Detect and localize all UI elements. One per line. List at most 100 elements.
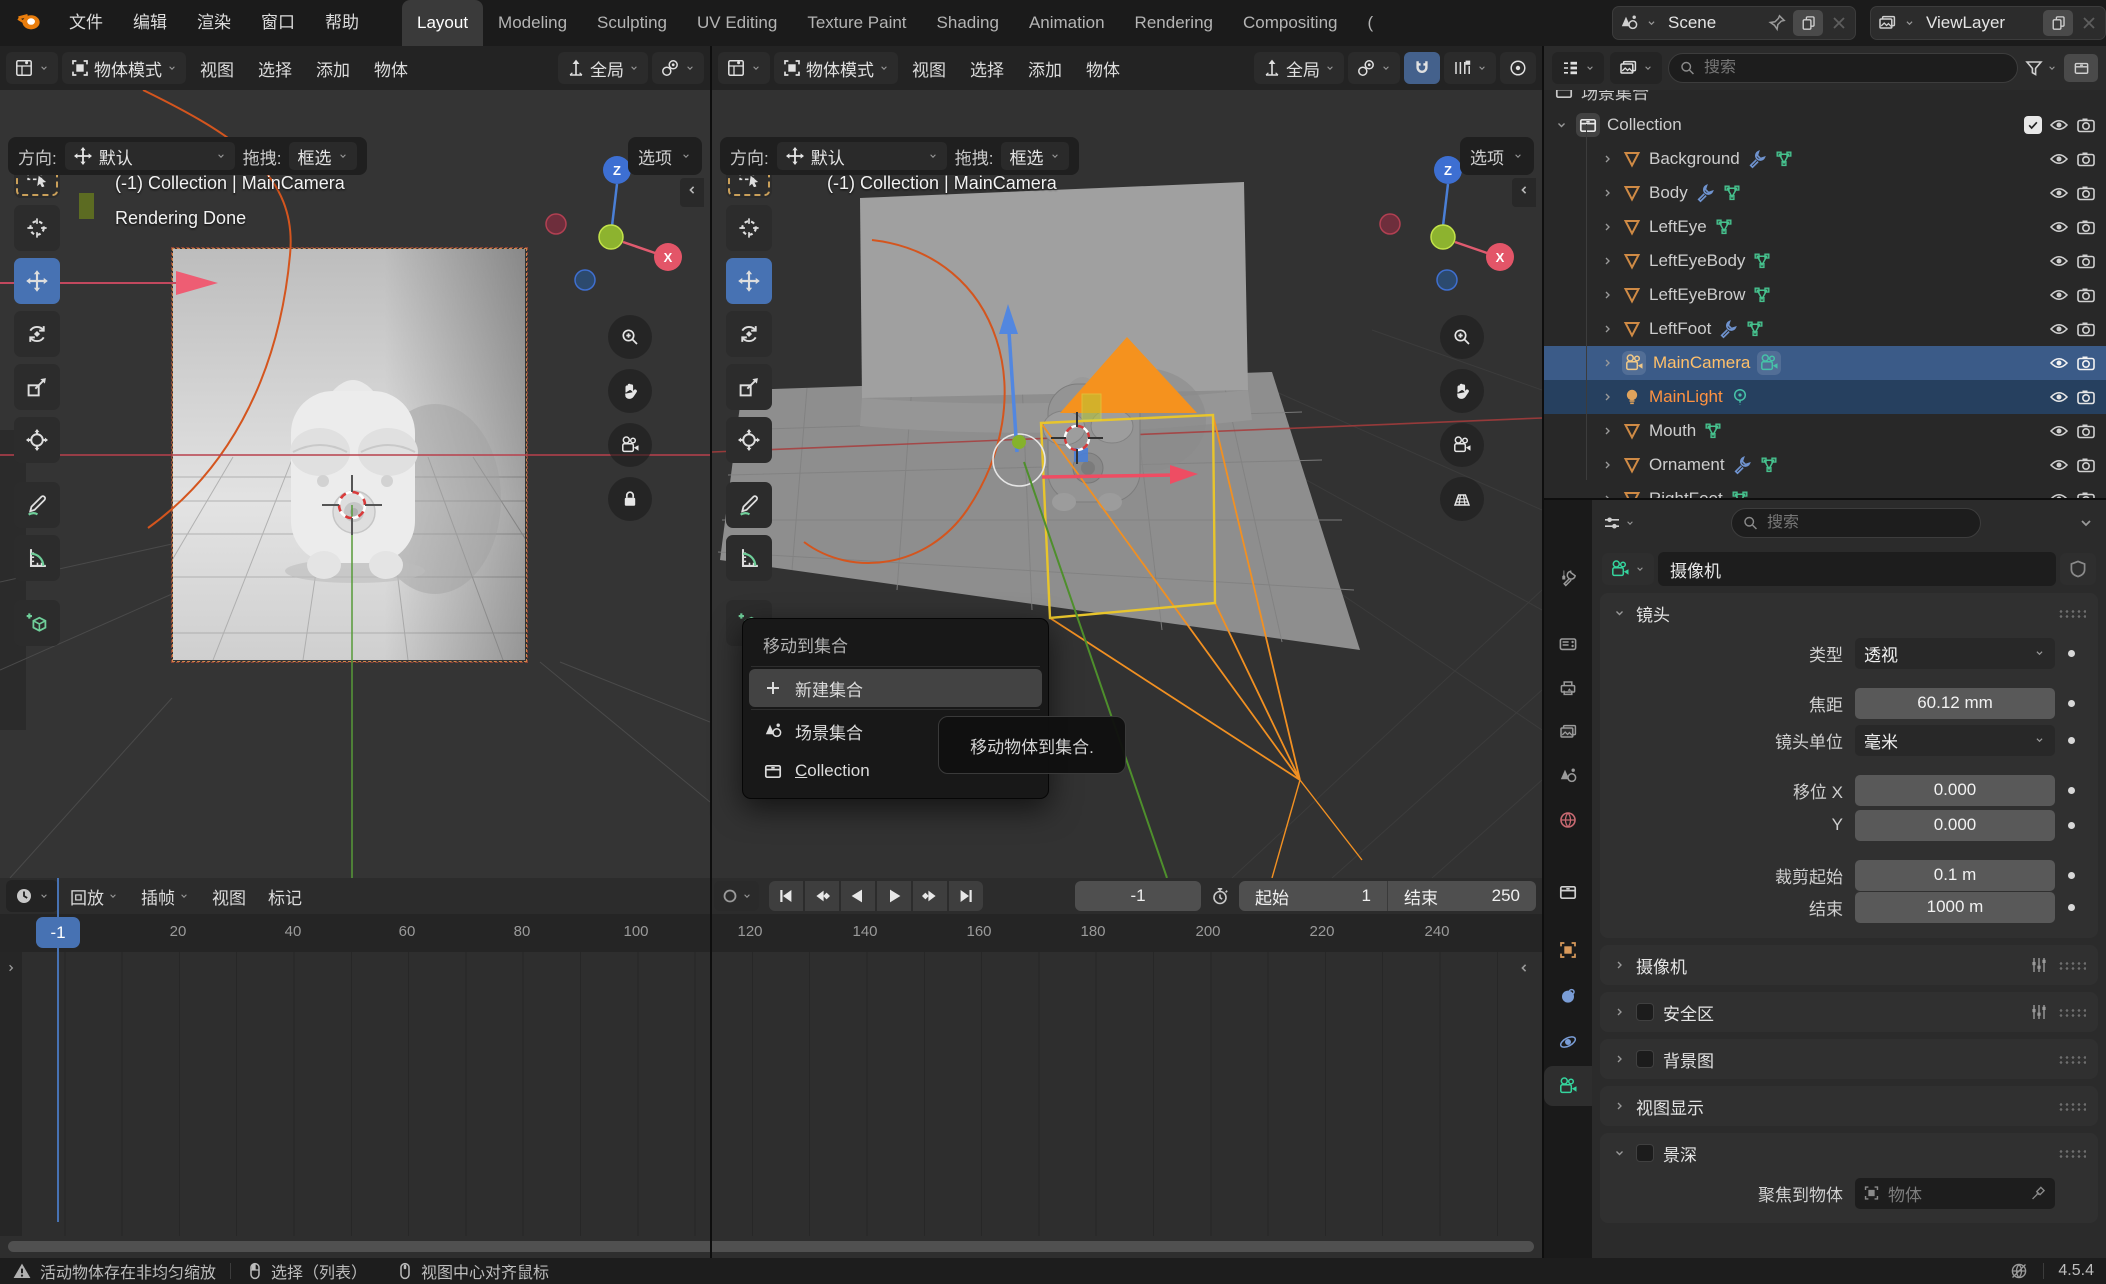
menu-help[interactable]: 帮助 xyxy=(310,0,374,46)
outliner-item-rightfoot[interactable]: RightFoot xyxy=(1544,482,2106,498)
cursor-tool[interactable] xyxy=(726,205,772,251)
hide-eye-icon[interactable] xyxy=(2049,455,2069,475)
hide-eye-icon[interactable] xyxy=(2049,387,2069,407)
tab-uv-editing[interactable]: UV Editing xyxy=(682,0,792,46)
drag-dropdown[interactable]: 框选 xyxy=(1001,142,1069,170)
hide-eye-icon[interactable] xyxy=(2049,319,2069,339)
render-camera-icon[interactable] xyxy=(2076,251,2096,271)
menu-edit[interactable]: 编辑 xyxy=(118,0,182,46)
tab-constraints[interactable] xyxy=(1544,976,1592,1016)
outliner-item-ornament[interactable]: Ornament xyxy=(1544,448,2106,482)
filter-button[interactable] xyxy=(2024,58,2058,78)
animate-dot[interactable] xyxy=(2068,822,2075,829)
menu-add[interactable]: 添加 xyxy=(306,56,360,81)
zoom-button[interactable] xyxy=(608,315,652,359)
camera-panel[interactable]: 摄像机 xyxy=(1600,945,2098,985)
animate-dot[interactable] xyxy=(2068,650,2075,657)
measure-tool[interactable] xyxy=(726,535,772,581)
play-reverse-button[interactable] xyxy=(841,881,875,911)
pivot-dropdown[interactable] xyxy=(1348,52,1400,84)
tab-sculpting[interactable]: Sculpting xyxy=(582,0,682,46)
orientation-dropdown[interactable]: 全局 xyxy=(558,52,648,84)
tab-modeling[interactable]: Modeling xyxy=(483,0,582,46)
properties-search-input[interactable] xyxy=(1767,514,1970,532)
direction-dropdown[interactable]: 默认 xyxy=(65,142,235,170)
chevron-right-icon[interactable] xyxy=(1600,149,1615,169)
outliner-item-scene-collection[interactable]: 场景集合 xyxy=(1544,90,2106,108)
outliner-item-leftfoot[interactable]: LeftFoot xyxy=(1544,312,2106,346)
pan-button[interactable] xyxy=(1440,369,1484,413)
channel-region[interactable] xyxy=(0,952,22,1236)
render-camera-icon[interactable] xyxy=(2076,455,2096,475)
auto-key-button[interactable] xyxy=(714,881,759,911)
menu-playback[interactable]: 回放 xyxy=(60,884,129,909)
properties-search[interactable] xyxy=(1731,508,1981,538)
editor-type-button[interactable] xyxy=(6,52,58,84)
transform-tool[interactable] xyxy=(14,417,60,463)
lens-unit-dropdown[interactable]: 毫米 xyxy=(1855,725,2055,756)
tab-camera-data[interactable] xyxy=(1544,1066,1592,1106)
safe-areas-checkbox[interactable] xyxy=(1636,1003,1654,1021)
background-images-checkbox[interactable] xyxy=(1636,1050,1654,1068)
shift-y-field[interactable]: 0.000 xyxy=(1855,810,2055,841)
mode-dropdown[interactable]: 物体模式 xyxy=(774,52,898,84)
animate-dot[interactable] xyxy=(2068,872,2075,879)
tab-tool[interactable] xyxy=(1544,558,1592,598)
hide-eye-icon[interactable] xyxy=(2049,251,2069,271)
jump-to-end-button[interactable] xyxy=(949,881,983,911)
stopwatch-icon[interactable] xyxy=(1203,886,1237,906)
outliner-item-lefteye[interactable]: LeftEye xyxy=(1544,210,2106,244)
fake-user-shield-button[interactable] xyxy=(2060,553,2096,585)
outliner-item-collection[interactable]: Collection xyxy=(1544,108,2106,142)
tab-animation[interactable]: Animation xyxy=(1014,0,1120,46)
next-keyframe-button[interactable] xyxy=(913,881,947,911)
tab-layout[interactable]: Layout xyxy=(402,0,483,46)
new-viewlayer-button[interactable] xyxy=(2043,10,2073,36)
camera-view-button[interactable] xyxy=(1440,423,1484,467)
menu-render[interactable]: 渲染 xyxy=(182,0,246,46)
tab-world[interactable] xyxy=(1544,800,1592,840)
menu-view[interactable]: 视图 xyxy=(902,56,956,81)
datablock-name-field[interactable]: 摄像机 xyxy=(1658,552,2056,586)
background-images-panel[interactable]: 背景图 xyxy=(1600,1039,2098,1079)
sidebar-collapse-icon[interactable] xyxy=(1512,178,1536,207)
options-group[interactable]: 选项 xyxy=(1460,137,1534,175)
annotate-tool[interactable] xyxy=(14,482,60,528)
zoom-button[interactable] xyxy=(1440,315,1484,359)
rotate-tool[interactable] xyxy=(726,311,772,357)
editor-type-button[interactable] xyxy=(6,880,58,912)
play-button[interactable] xyxy=(877,881,911,911)
menu-keying[interactable]: 插帧 xyxy=(131,884,200,909)
hide-eye-icon[interactable] xyxy=(2049,115,2069,135)
eyedropper-icon[interactable] xyxy=(2030,1183,2047,1203)
menu-file[interactable]: 文件 xyxy=(54,0,118,46)
scene-display-button[interactable] xyxy=(1610,52,1662,84)
move-tool[interactable] xyxy=(726,258,772,304)
proportional-edit-toggle[interactable] xyxy=(1500,52,1536,84)
tab-collection[interactable] xyxy=(1544,872,1592,912)
sidebar-collapse-icon[interactable] xyxy=(680,178,704,207)
outliner-item-lefteyebrow[interactable]: LeftEyeBrow xyxy=(1544,278,2106,312)
orientation-dropdown[interactable]: 全局 xyxy=(1254,52,1344,84)
hide-eye-icon[interactable] xyxy=(2049,149,2069,169)
menu-select[interactable]: 选择 xyxy=(960,56,1014,81)
move-tool[interactable] xyxy=(14,258,60,304)
menu-object[interactable]: 物体 xyxy=(1076,56,1130,81)
presets-icon[interactable] xyxy=(2029,955,2049,975)
scale-tool[interactable] xyxy=(14,364,60,410)
viewport-canvas[interactable]: 方向: 默认 拖拽: 框选 选项 xyxy=(0,90,710,878)
outliner-item-maincamera[interactable]: MainCamera xyxy=(1544,346,2106,380)
render-camera-icon[interactable] xyxy=(2076,285,2096,305)
tab-physics[interactable] xyxy=(1544,1022,1592,1062)
tab-partial[interactable]: ( xyxy=(1353,0,1389,46)
render-camera-icon[interactable] xyxy=(2076,115,2096,135)
outliner-item-mouth[interactable]: Mouth xyxy=(1544,414,2106,448)
shift-x-field[interactable]: 0.000 xyxy=(1855,775,2055,806)
lens-panel-header[interactable]: 镜头 xyxy=(1600,593,2098,633)
render-camera-icon[interactable] xyxy=(2076,353,2096,373)
focus-object-field[interactable]: 物体 xyxy=(1855,1178,2055,1209)
timeline-ruler[interactable]: -1 20 40 60 80 100 120 140 160 180 200 2… xyxy=(0,914,1542,952)
menu-object[interactable]: 物体 xyxy=(364,56,418,81)
menu-item-new-collection[interactable]: 新建集合 xyxy=(749,669,1042,707)
pin-icon[interactable] xyxy=(1767,13,1787,33)
